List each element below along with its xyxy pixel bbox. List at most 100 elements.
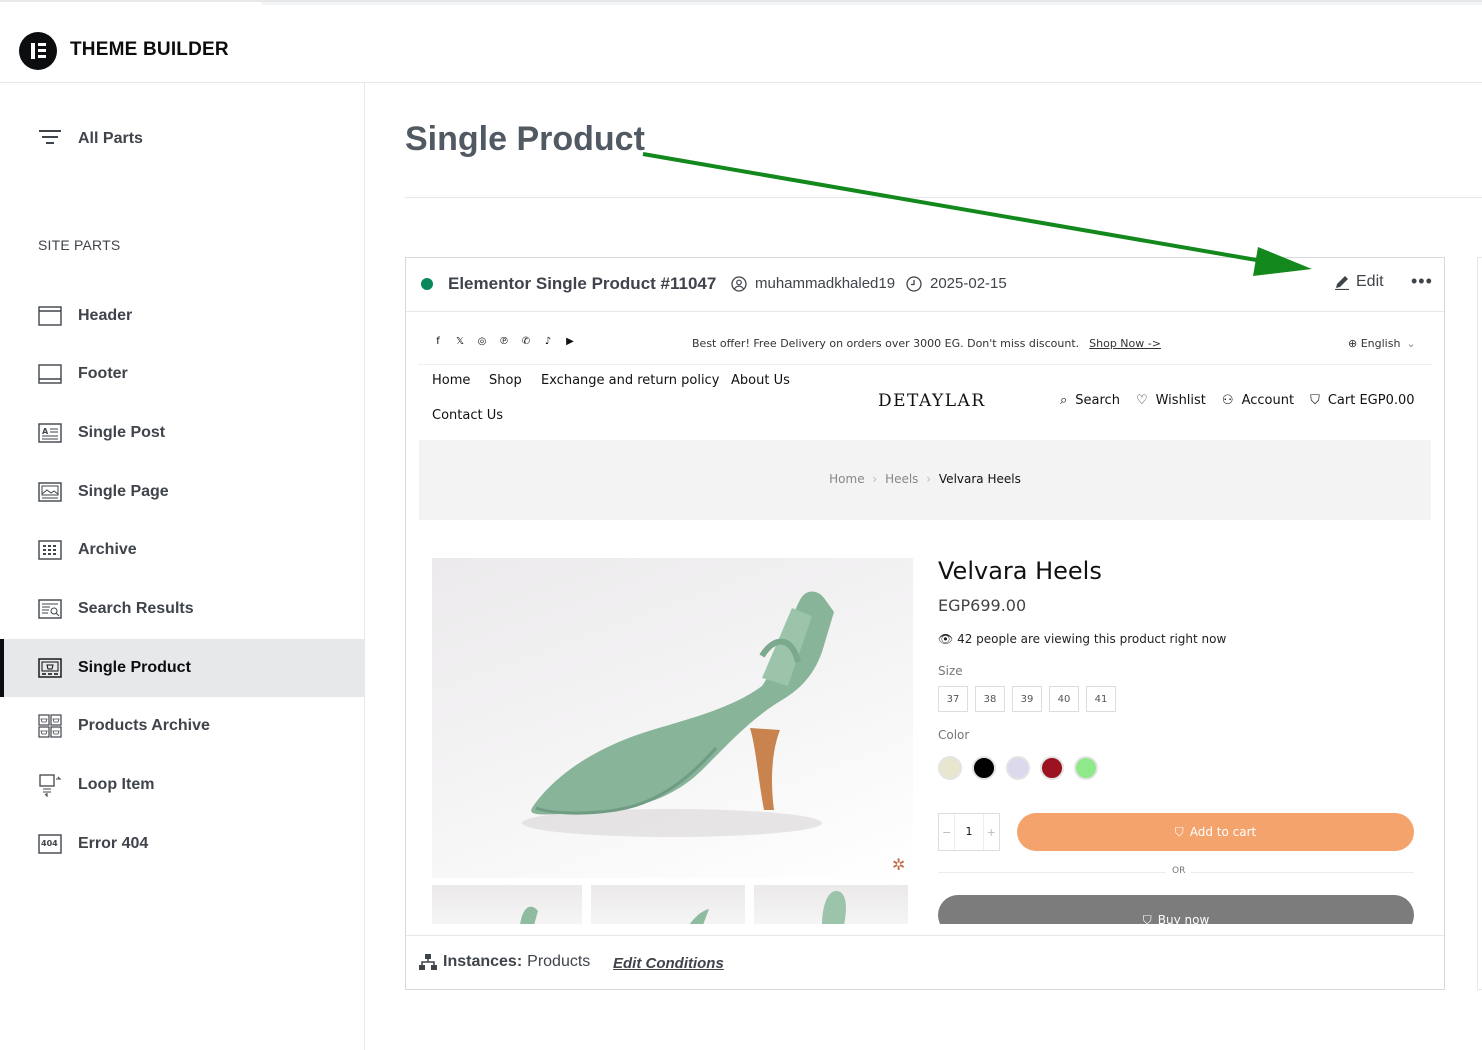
instances-info: Instances: Products [419, 953, 590, 971]
youtube-icon[interactable]: ▶ [564, 336, 576, 347]
bag-icon: ⛉ [1310, 393, 1320, 408]
sidebar-item-single-page[interactable]: Single Page [0, 463, 364, 521]
clock-icon [906, 275, 922, 292]
edit-conditions-link[interactable]: Edit Conditions [613, 955, 724, 972]
all-parts-link[interactable]: All Parts [38, 127, 143, 151]
template-preview: f 𝕏 ◎ ℗ ✆ ♪ ▶ Best offer! Free Delivery … [418, 313, 1432, 924]
or-label: OR [1166, 866, 1192, 876]
sidebar-item-products-archive[interactable]: Products Archive [0, 697, 364, 755]
app-title: THEME BUILDER [70, 39, 229, 60]
author-meta: muhammadkhaled19 [731, 275, 895, 292]
products-archive-icon [38, 714, 62, 738]
footer-icon [38, 362, 62, 386]
size-option[interactable]: 37 [938, 686, 968, 712]
edit-button[interactable]: Edit [1334, 273, 1384, 291]
color-label: Color [938, 728, 970, 742]
viewers-text: 42 people are viewing this product right… [957, 632, 1227, 646]
sidebar: All Parts SITE PARTS Header Footer A Sin… [0, 83, 365, 1050]
account-link[interactable]: Account [1242, 393, 1295, 408]
tiktok-icon[interactable]: ♪ [542, 336, 554, 347]
sidebar-item-error-404[interactable]: 404 Error 404 [0, 815, 364, 873]
sidebar-item-label: Search Results [78, 600, 194, 617]
elementor-logo-icon[interactable] [19, 32, 57, 70]
quantity-stepper: − 1 + [938, 813, 1000, 851]
shop-now-link[interactable]: Shop Now -> [1089, 337, 1161, 350]
sitemap-icon [419, 954, 437, 970]
color-swatch[interactable] [1074, 756, 1098, 780]
date-meta: 2025-02-15 [906, 275, 1007, 292]
pinterest-icon[interactable]: ℗ [498, 336, 510, 347]
bag-icon: ⛉ [1174, 824, 1184, 839]
qty-minus-button[interactable]: − [939, 826, 954, 839]
more-options-icon[interactable]: ••• [1411, 271, 1433, 292]
single-product-icon [38, 656, 62, 680]
qty-input[interactable]: 1 [954, 814, 984, 850]
error-404-icon: 404 [38, 832, 62, 856]
sidebar-item-label: Footer [78, 365, 128, 382]
sidebar-item-single-product[interactable]: Single Product [0, 639, 364, 697]
page-title: Single Product [405, 120, 645, 158]
language-label: English [1360, 337, 1401, 350]
site-parts-heading: SITE PARTS [38, 237, 121, 253]
preview-topbar: f 𝕏 ◎ ℗ ✆ ♪ ▶ Best offer! Free Delivery … [418, 313, 1432, 365]
sidebar-item-label: Error 404 [78, 835, 149, 852]
title-divider [405, 197, 1482, 198]
sidebar-item-header[interactable]: Header [0, 287, 364, 345]
sidebar-item-label: Loop Item [78, 776, 155, 793]
size-option[interactable]: 41 [1086, 686, 1116, 712]
header-icon [38, 304, 62, 328]
instagram-icon[interactable]: ◎ [476, 336, 488, 347]
sidebar-item-single-post[interactable]: A Single Post [0, 404, 364, 462]
size-options: 37 38 39 40 41 [938, 686, 1116, 712]
sidebar-item-archive[interactable]: Archive [0, 521, 364, 579]
color-swatch[interactable] [972, 756, 996, 780]
add-to-cart-label: Add to cart [1189, 825, 1257, 839]
x-icon[interactable]: 𝕏 [454, 336, 466, 347]
sidebar-item-label: Products Archive [78, 717, 210, 734]
add-to-cart-button[interactable]: ⛉ Add to cart [1017, 813, 1414, 851]
language-selector[interactable]: ⊕ English ⌄ [1348, 337, 1416, 350]
pencil-icon [1335, 276, 1349, 290]
sidebar-item-loop-item[interactable]: Loop Item [0, 756, 364, 814]
sidebar-item-footer[interactable]: Footer [0, 345, 364, 403]
globe-icon: ⊕ [1348, 337, 1361, 350]
error-404-badge: 404 [41, 839, 58, 848]
size-label: Size [938, 664, 963, 678]
breadcrumb-separator: › [926, 472, 932, 486]
size-option[interactable]: 40 [1049, 686, 1079, 712]
breadcrumb-heels[interactable]: Heels [885, 472, 918, 486]
sidebar-item-search-results[interactable]: Search Results [0, 580, 364, 638]
buy-now-button[interactable]: ⛉ Buy now [938, 895, 1414, 924]
product-thumbnail[interactable] [754, 885, 908, 924]
next-card-edge [1477, 257, 1482, 990]
breadcrumb-home[interactable]: Home [829, 472, 864, 486]
facebook-icon[interactable]: f [432, 336, 444, 347]
bag-icon: ⛉ [1142, 913, 1152, 924]
product-image[interactable]: ✲ [432, 558, 913, 878]
menu-contact-us[interactable]: Contact Us [432, 408, 503, 423]
brand-logo[interactable]: DETAYLAR [878, 391, 986, 411]
product-thumbnail[interactable] [591, 885, 745, 924]
color-swatch[interactable] [1006, 756, 1030, 780]
menu-exchange-policy[interactable]: Exchange and return policy [541, 373, 719, 388]
qty-plus-button[interactable]: + [984, 826, 999, 839]
size-option[interactable]: 38 [975, 686, 1005, 712]
menu-about-us[interactable]: About Us [731, 373, 790, 388]
sidebar-item-label: Header [78, 307, 133, 324]
size-option[interactable]: 39 [1012, 686, 1042, 712]
whatsapp-icon[interactable]: ✆ [520, 336, 532, 347]
loop-item-icon [38, 773, 62, 797]
header-actions: ⌕ Search ♡ Wishlist ⚇ Account ⛉ Cart EGP0.00 [1060, 393, 1415, 408]
cart-link[interactable]: Cart EGP0.00 [1328, 393, 1415, 408]
color-swatch[interactable] [938, 756, 962, 780]
single-post-icon: A [38, 421, 62, 445]
search-link[interactable]: Search [1075, 393, 1120, 408]
wishlist-link[interactable]: Wishlist [1156, 393, 1206, 408]
product-thumbnail[interactable] [432, 885, 582, 924]
menu-shop[interactable]: Shop [489, 373, 522, 388]
color-swatch[interactable] [1040, 756, 1064, 780]
menu-home[interactable]: Home [432, 373, 470, 388]
top-bar: THEME BUILDER [0, 0, 1482, 83]
sidebar-item-label: Single Post [78, 424, 166, 441]
card-header: Elementor Single Product #11047 muhammad… [406, 258, 1444, 312]
